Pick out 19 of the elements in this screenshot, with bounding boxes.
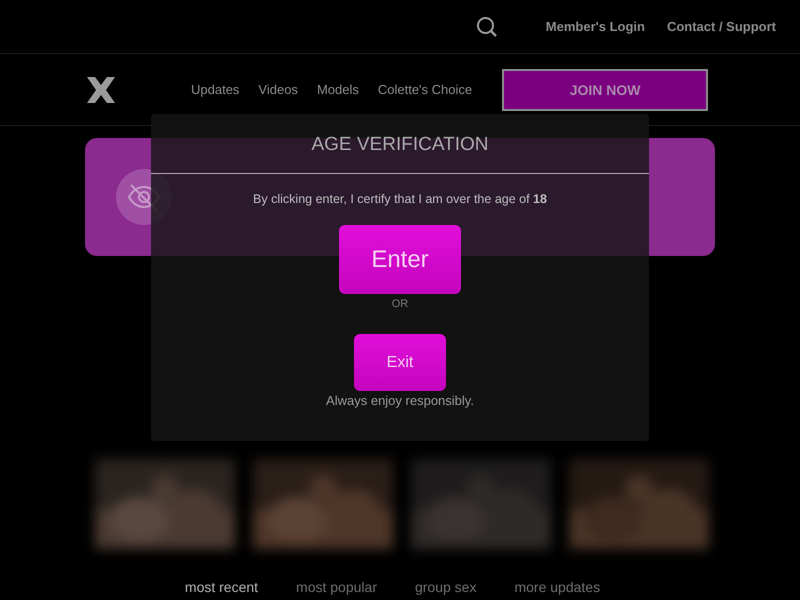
dialog-footer: Always enjoy responsibly. — [326, 393, 474, 408]
dialog-statement: By clicking enter, I certify that I am over the age of 18 — [253, 192, 547, 206]
nav-link[interactable]: Colette's Choice — [378, 82, 472, 97]
nav-link[interactable]: Models — [316, 82, 359, 97]
filter-tab[interactable]: most recent — [184, 579, 258, 595]
logo-icon[interactable] — [85, 74, 117, 104]
filter-tab[interactable]: more updates — [514, 579, 600, 595]
filter-tab[interactable]: most popular — [296, 579, 377, 595]
search-icon[interactable] — [476, 16, 498, 38]
filter-tab[interactable]: group sex — [414, 579, 476, 595]
join-button[interactable]: JOIN NOW — [502, 68, 708, 110]
enter-button[interactable]: Enter — [339, 225, 461, 294]
nav-link[interactable]: Videos — [258, 82, 298, 97]
dialog-title: AGE VERIFICATION — [311, 134, 488, 156]
exit-button[interactable]: Exit — [354, 334, 446, 391]
top-link[interactable]: Contact / Support — [666, 19, 776, 34]
nav-link[interactable]: Updates — [191, 82, 240, 97]
top-link[interactable]: Member's Login — [546, 19, 645, 34]
or-separator: OR — [392, 298, 408, 310]
